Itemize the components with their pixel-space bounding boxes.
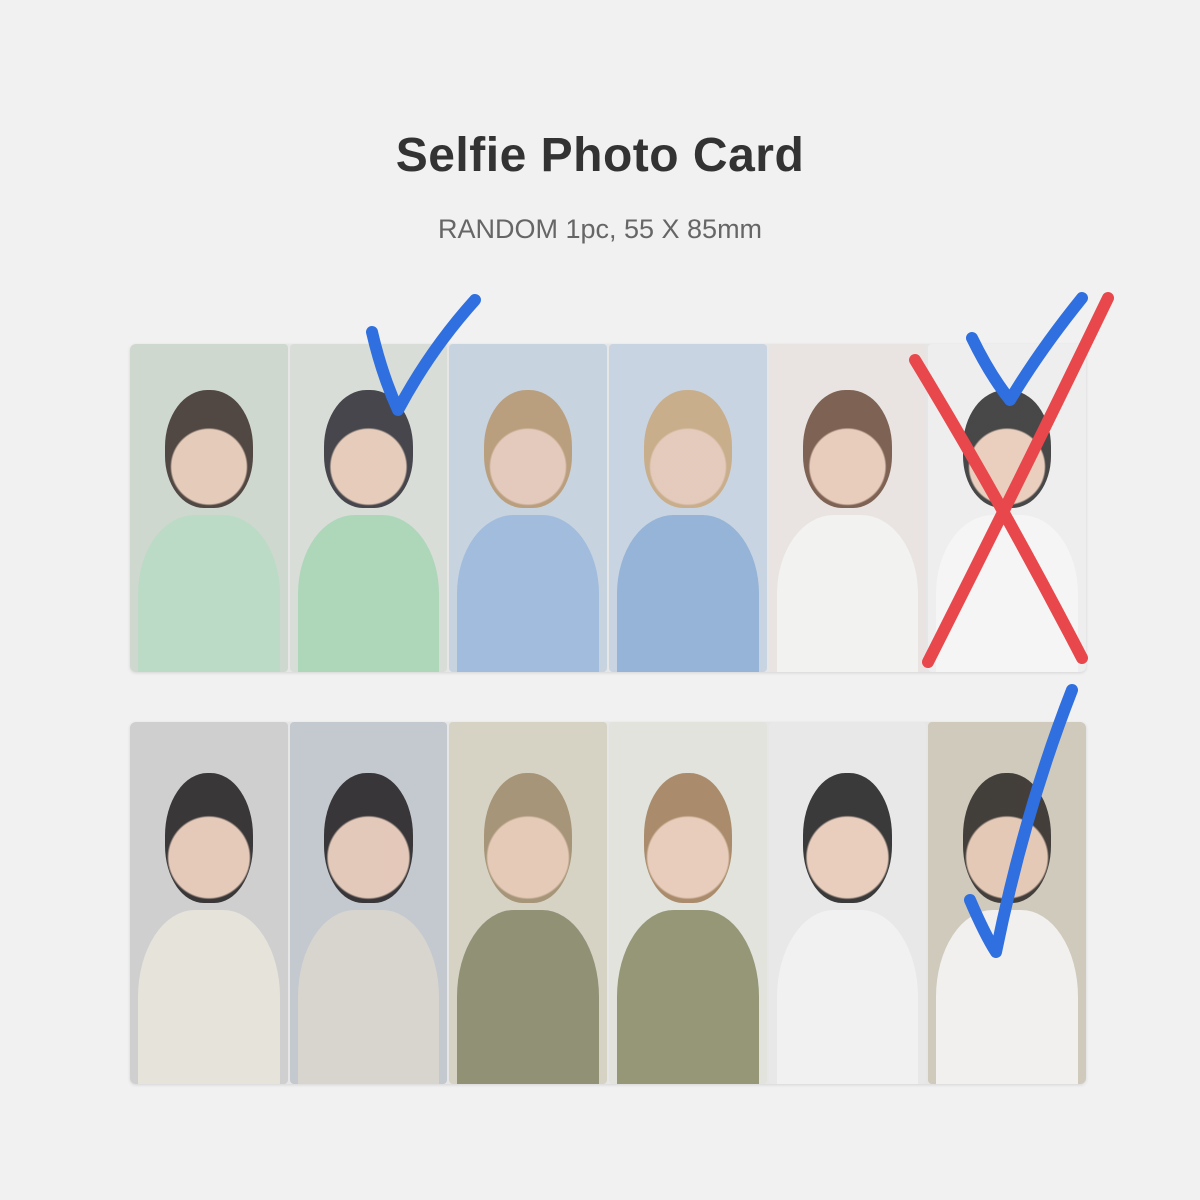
check-mark-icon	[964, 684, 1078, 958]
check-mark-icon	[366, 294, 481, 416]
annotation-marks	[366, 292, 1114, 958]
cross-mark-icon	[909, 292, 1114, 668]
